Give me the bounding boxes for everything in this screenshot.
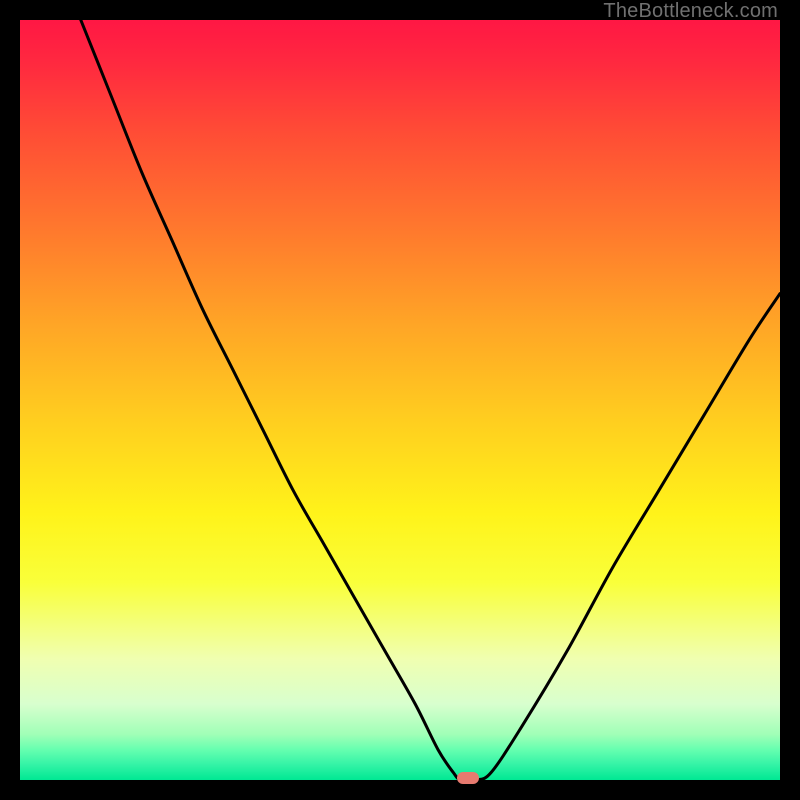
attribution-text: TheBottleneck.com xyxy=(603,0,778,23)
optimal-point-marker xyxy=(457,772,479,784)
plot-frame xyxy=(20,20,780,780)
bottleneck-curve xyxy=(20,20,780,780)
